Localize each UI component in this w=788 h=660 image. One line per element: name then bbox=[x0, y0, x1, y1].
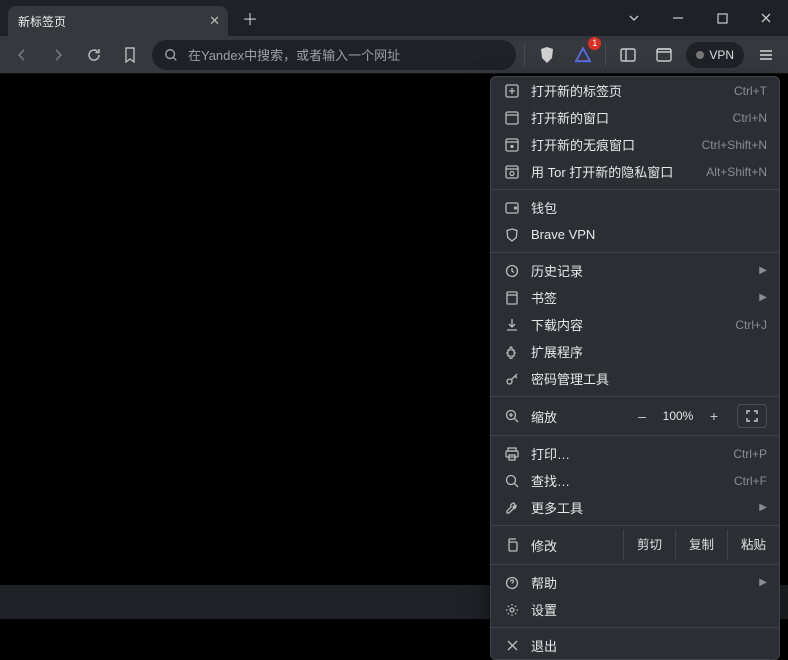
menu-more-tools[interactable]: 更多工具 ▶ bbox=[491, 494, 779, 521]
tab-close-icon[interactable]: ✕ bbox=[209, 13, 220, 29]
window-dropdown-icon[interactable] bbox=[612, 0, 656, 36]
gear-icon bbox=[503, 603, 521, 617]
menu-divider bbox=[491, 627, 779, 628]
find-icon bbox=[503, 474, 521, 488]
app-menu: 打开新的标签页 Ctrl+T 打开新的窗口 Ctrl+N 打开新的无痕窗口 Ct… bbox=[490, 76, 780, 660]
menu-find[interactable]: 查找… Ctrl+F bbox=[491, 467, 779, 494]
tor-icon bbox=[503, 165, 521, 179]
menu-extensions[interactable]: 扩展程序 bbox=[491, 338, 779, 365]
toolbar: 在Yandex中搜索，或者输入一个网址 1 VPN bbox=[0, 36, 788, 74]
menu-brave-vpn[interactable]: Brave VPN bbox=[491, 221, 779, 248]
window-close-button[interactable] bbox=[744, 0, 788, 36]
key-icon bbox=[503, 372, 521, 386]
menu-divider bbox=[491, 564, 779, 565]
reload-button[interactable] bbox=[80, 41, 108, 69]
copy-button[interactable]: 复制 bbox=[675, 530, 727, 560]
zoom-label: 缩放 bbox=[531, 407, 557, 426]
new-window-icon bbox=[503, 111, 521, 125]
extensions-icon bbox=[503, 345, 521, 359]
search-icon bbox=[164, 48, 178, 62]
close-icon bbox=[503, 639, 521, 652]
vpn-button[interactable]: VPN bbox=[686, 42, 744, 68]
menu-new-tab[interactable]: 打开新的标签页 Ctrl+T bbox=[491, 77, 779, 104]
menu-zoom: 缩放 – 100% + bbox=[491, 401, 779, 431]
vpn-status-dot bbox=[696, 51, 704, 59]
separator bbox=[605, 44, 606, 66]
help-icon bbox=[503, 576, 521, 590]
address-bar[interactable]: 在Yandex中搜索，或者输入一个网址 bbox=[152, 40, 516, 70]
brave-rewards-icon[interactable]: 1 bbox=[569, 41, 597, 69]
print-icon bbox=[503, 447, 521, 461]
fullscreen-button[interactable] bbox=[737, 404, 767, 428]
zoom-value: 100% bbox=[655, 409, 701, 423]
menu-passwords[interactable]: 密码管理工具 bbox=[491, 365, 779, 392]
zoom-in-button[interactable]: + bbox=[701, 404, 727, 428]
submenu-arrow-icon: ▶ bbox=[759, 265, 767, 276]
menu-downloads[interactable]: 下载内容 Ctrl+J bbox=[491, 311, 779, 338]
sidebar-toggle-icon[interactable] bbox=[614, 41, 642, 69]
vpn-label: VPN bbox=[709, 48, 734, 62]
wallet-icon bbox=[503, 202, 521, 214]
menu-divider bbox=[491, 189, 779, 190]
cut-button[interactable]: 剪切 bbox=[623, 530, 675, 560]
menu-print[interactable]: 打印… Ctrl+P bbox=[491, 440, 779, 467]
edit-label: 修改 bbox=[531, 536, 557, 555]
tools-icon bbox=[503, 501, 521, 515]
menu-wallet[interactable]: 钱包 bbox=[491, 194, 779, 221]
address-placeholder: 在Yandex中搜索，或者输入一个网址 bbox=[188, 45, 400, 64]
zoom-icon bbox=[503, 409, 521, 423]
download-icon bbox=[503, 318, 521, 332]
copy-icon bbox=[503, 538, 521, 552]
minimize-button[interactable] bbox=[656, 0, 700, 36]
menu-new-tor[interactable]: 用 Tor 打开新的隐私窗口 Alt+Shift+N bbox=[491, 158, 779, 185]
menu-divider bbox=[491, 435, 779, 436]
tab-title: 新标签页 bbox=[18, 13, 66, 30]
app-menu-button[interactable] bbox=[752, 41, 780, 69]
new-tab-button[interactable]: ＋ bbox=[236, 4, 264, 32]
forward-button[interactable] bbox=[44, 41, 72, 69]
submenu-arrow-icon: ▶ bbox=[759, 577, 767, 588]
submenu-arrow-icon: ▶ bbox=[759, 292, 767, 303]
shield-icon bbox=[503, 228, 521, 242]
paste-button[interactable]: 粘贴 bbox=[727, 530, 779, 560]
menu-history[interactable]: 历史记录 ▶ bbox=[491, 257, 779, 284]
submenu-arrow-icon: ▶ bbox=[759, 502, 767, 513]
menu-divider bbox=[491, 252, 779, 253]
menu-bookmarks[interactable]: 书签 ▶ bbox=[491, 284, 779, 311]
incognito-icon bbox=[503, 138, 521, 152]
menu-new-incognito[interactable]: 打开新的无痕窗口 Ctrl+Shift+N bbox=[491, 131, 779, 158]
zoom-out-button[interactable]: – bbox=[629, 404, 655, 428]
bookmark-button[interactable] bbox=[116, 41, 144, 69]
menu-divider bbox=[491, 525, 779, 526]
menu-divider bbox=[491, 396, 779, 397]
maximize-button[interactable] bbox=[700, 0, 744, 36]
new-tab-icon bbox=[503, 84, 521, 98]
browser-tab[interactable]: 新标签页 ✕ bbox=[8, 6, 228, 36]
titlebar: 新标签页 ✕ ＋ bbox=[0, 0, 788, 36]
menu-new-window[interactable]: 打开新的窗口 Ctrl+N bbox=[491, 104, 779, 131]
menu-exit[interactable]: 退出 bbox=[491, 632, 779, 659]
history-icon bbox=[503, 264, 521, 278]
bookmarks-icon bbox=[503, 291, 521, 305]
menu-help[interactable]: 帮助 ▶ bbox=[491, 569, 779, 596]
separator bbox=[524, 44, 525, 66]
rewards-badge: 1 bbox=[588, 37, 601, 50]
wallet-icon[interactable] bbox=[650, 41, 678, 69]
menu-edit: 修改 剪切 复制 粘贴 bbox=[491, 530, 779, 560]
back-button[interactable] bbox=[8, 41, 36, 69]
brave-shields-icon[interactable] bbox=[533, 41, 561, 69]
